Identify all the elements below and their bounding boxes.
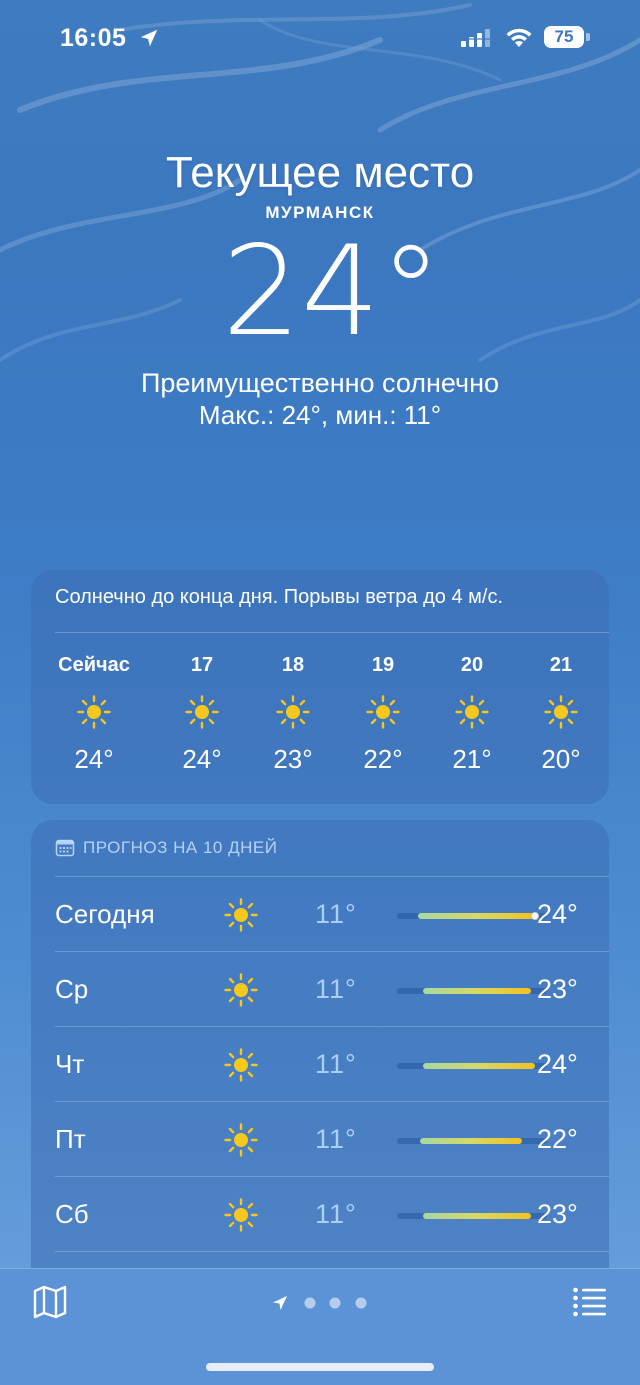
location-arrow-icon [273, 1296, 287, 1310]
divider [55, 632, 609, 633]
battery-indicator: 75 [544, 26, 584, 48]
cellular-signal-icon [461, 29, 490, 47]
map-icon[interactable] [32, 1285, 68, 1319]
temperature-range-fill [422, 988, 531, 994]
sun-icon [455, 695, 489, 729]
hour-item: 18 23° [248, 650, 338, 775]
day-name: Сб [55, 1199, 89, 1229]
sun-icon [185, 695, 219, 729]
current-temperature: 24° [222, 220, 442, 364]
day-row[interactable]: Сегодня 11° 24° [55, 876, 609, 951]
hour-temperature: 24° [74, 744, 114, 774]
day-low-temperature: 11° [315, 974, 357, 1004]
hour-label: 20 [460, 654, 484, 676]
sun-icon [77, 695, 111, 729]
sun-icon [224, 1123, 258, 1157]
hour-label: Сейчас [58, 654, 130, 676]
list-icon[interactable] [572, 1287, 608, 1317]
wifi-icon [506, 28, 532, 47]
temperature-range-bar [397, 1213, 547, 1219]
hour-label: 21 [549, 654, 573, 676]
hour-item: 21 20° [516, 650, 606, 775]
day-high-temperature: 24° [537, 899, 578, 929]
day-name: Пт [55, 1124, 86, 1154]
location-arrow-icon [140, 29, 158, 47]
ten-day-header: ПРОГНОЗ НА 10 ДНЕЙ [55, 836, 277, 860]
ten-day-forecast-card[interactable]: ПРОГНОЗ НА 10 ДНЕЙ Сегодня 11° 24° Ср 11… [31, 820, 609, 1290]
hour-item: Сейчас 24° [49, 650, 139, 775]
day-low-temperature: 11° [315, 1199, 357, 1229]
day-high-temperature: 23° [537, 974, 578, 1004]
weather-condition: Преимущественно солнечно [140, 368, 500, 398]
hourly-summary: Солнечно до конца дня. Порывы ветра до 4… [55, 586, 503, 608]
hour-item: 19 22° [338, 650, 428, 775]
page-dot [304, 1297, 316, 1309]
location-title: Текущее место [165, 148, 475, 197]
day-name: Ср [55, 974, 89, 1004]
sun-icon [224, 973, 258, 1007]
page-dot [329, 1297, 341, 1309]
temperature-range-fill [418, 913, 535, 919]
temperature-range-fill [422, 1063, 535, 1069]
home-indicator[interactable] [206, 1363, 434, 1371]
day-low-temperature: 11° [315, 899, 357, 929]
hour-temperature: 21° [452, 744, 492, 774]
sun-icon [366, 695, 400, 729]
status-time: 16:05 [60, 24, 127, 52]
temperature-range-bar [397, 1138, 547, 1144]
temperature-range-bar [397, 912, 547, 920]
sun-icon [224, 898, 258, 932]
ten-day-title: ПРОГНОЗ НА 10 ДНЕЙ [83, 838, 278, 857]
temperature-range-fill [422, 1213, 531, 1219]
hourly-list[interactable]: Сейчас 24° 17 24° 18 23° 19 22° 20 21° 2… [31, 650, 609, 790]
sun-icon [224, 1198, 258, 1232]
bottom-toolbar [0, 1268, 640, 1385]
day-row[interactable]: Чт 11° 24° [55, 1026, 609, 1101]
hour-item: 20 21° [427, 650, 517, 775]
temperature-range-bar [397, 1063, 547, 1069]
calendar-icon [55, 839, 75, 857]
page-indicator[interactable] [270, 1293, 380, 1313]
day-high-temperature: 24° [537, 1049, 578, 1079]
hour-label: 19 [371, 654, 395, 676]
temperature-range-bar [397, 988, 547, 994]
day-high-temperature: 22° [537, 1124, 578, 1154]
day-row[interactable]: Ср 11° 23° [55, 951, 609, 1026]
day-name: Сегодня [55, 899, 155, 929]
hour-temperature: 20° [541, 744, 581, 774]
sun-icon [276, 695, 310, 729]
sun-icon [224, 1048, 258, 1082]
sun-icon [544, 695, 578, 729]
hourly-forecast-card[interactable]: Солнечно до конца дня. Порывы ветра до 4… [31, 570, 609, 804]
day-row[interactable]: Пт 11° 22° [55, 1101, 609, 1176]
hour-temperature: 23° [273, 744, 313, 774]
day-high-temperature: 23° [537, 1199, 578, 1229]
status-bar: 16:05 75 [0, 22, 640, 56]
hour-label: 17 [190, 654, 214, 676]
hour-temperature: 24° [182, 744, 222, 774]
hour-label: 18 [281, 654, 305, 676]
current-weather: Текущее место МУРМАНСК 24° Преимуществен… [0, 145, 640, 431]
day-row[interactable]: Сб 11° 23° [55, 1176, 609, 1251]
battery-tip [586, 33, 590, 41]
page-dot [355, 1297, 367, 1309]
day-low-temperature: 11° [315, 1049, 357, 1079]
high-low-temperature: Макс.: 24°, мин.: 11° [198, 400, 442, 430]
temperature-range-fill [419, 1138, 522, 1144]
hour-temperature: 22° [363, 744, 403, 774]
day-low-temperature: 11° [315, 1124, 357, 1154]
day-name: Чт [55, 1049, 85, 1079]
hour-item: 17 24° [157, 650, 247, 775]
